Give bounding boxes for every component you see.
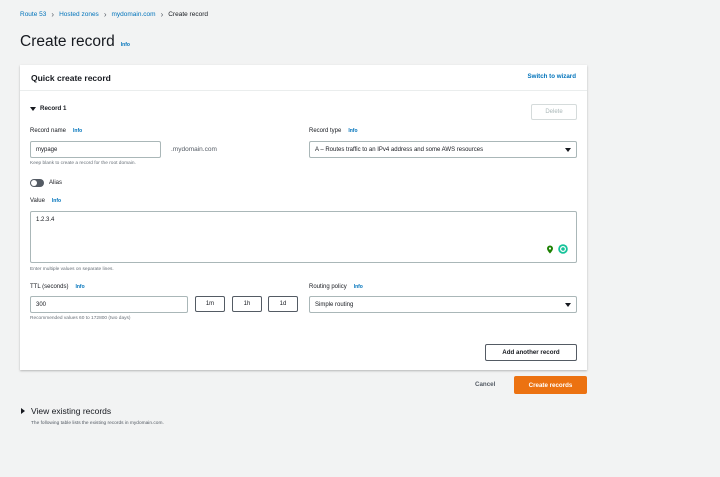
ttl-info-link[interactable]: Info (75, 284, 84, 290)
value-label-row: Value Info (30, 198, 61, 204)
value-textarea[interactable]: 1.2.3.4 (30, 211, 577, 263)
view-existing-records-toggle[interactable]: View existing records (21, 406, 111, 416)
routing-policy-label-row: Routing policy Info (309, 284, 363, 290)
alias-label: Alias (49, 180, 63, 186)
ttl-1d-button[interactable]: 1d (268, 296, 298, 312)
textarea-icons (546, 244, 568, 256)
domain-suffix: .mydomain.com (171, 146, 217, 153)
ttl-label: TTL (seconds) (30, 284, 69, 290)
cancel-button[interactable]: Cancel (475, 381, 495, 388)
routing-policy-label: Routing policy (309, 284, 347, 290)
record-1-toggle[interactable]: Record 1 (30, 105, 66, 112)
breadcrumb-separator: › (160, 9, 164, 19)
page-title-row: Create record Info (20, 33, 130, 51)
add-another-record-button[interactable]: Add another record (485, 344, 577, 361)
value-text: 1.2.3.4 (36, 217, 55, 223)
view-existing-title: View existing records (31, 406, 112, 416)
create-records-button[interactable]: Create records (514, 376, 587, 394)
breadcrumb-hosted-zones[interactable]: Hosted zones (59, 11, 99, 18)
breadcrumb-current: Create record (168, 11, 208, 18)
record-type-label-row: Record type Info (309, 128, 358, 134)
alias-toggle-row: Alias (30, 179, 62, 187)
caret-right-icon (21, 408, 25, 414)
breadcrumb-separator: › (51, 9, 55, 19)
ttl-1m-button[interactable]: 1m (195, 296, 225, 312)
view-existing-description: The following table lists the existing r… (31, 421, 164, 426)
ttl-hint: Recommended values 60 to 172800 (two day… (30, 316, 131, 321)
page-title: Create record (20, 33, 115, 50)
routing-policy-select[interactable]: Simple routing (309, 296, 577, 313)
breadcrumb-route53[interactable]: Route 53 (20, 11, 46, 18)
routing-policy-value: Simple routing (315, 301, 354, 308)
ttl-input[interactable]: 300 (30, 296, 188, 313)
alias-toggle[interactable] (30, 179, 44, 187)
record-type-select[interactable]: A – Routes traffic to an IPv4 address an… (309, 141, 577, 158)
value-label: Value (30, 198, 45, 204)
record-name-label: Record name (30, 128, 67, 134)
panel-title: Quick create record (31, 73, 111, 83)
caret-down-icon (30, 106, 36, 111)
record-heading: Record 1 (40, 105, 67, 112)
page-info-link[interactable]: Info (121, 42, 130, 48)
record-type-value: A – Routes traffic to an IPv4 address an… (315, 146, 484, 153)
record-name-input[interactable]: mypage (30, 141, 161, 158)
breadcrumb: Route 53 › Hosted zones › mydomain.com ›… (20, 9, 208, 19)
quick-create-panel: Quick create record Switch to wizard Rec… (20, 65, 587, 370)
breadcrumb-domain[interactable]: mydomain.com (111, 11, 155, 18)
delete-record-button[interactable]: Delete (531, 104, 577, 120)
routing-policy-info-link[interactable]: Info (354, 284, 363, 290)
breadcrumb-separator: › (103, 9, 107, 19)
caret-down-icon (565, 147, 571, 152)
caret-down-icon (565, 302, 571, 307)
ttl-1h-button[interactable]: 1h (232, 296, 262, 312)
grammarly-icon[interactable] (558, 244, 568, 256)
ttl-label-row: TTL (seconds) Info (30, 284, 85, 290)
record-name-info-link[interactable]: Info (73, 128, 82, 134)
record-type-label: Record type (309, 128, 342, 134)
record-type-info-link[interactable]: Info (348, 128, 357, 134)
panel-header: Quick create record Switch to wizard (20, 65, 587, 91)
record-name-label-row: Record name Info (30, 128, 82, 134)
value-info-link[interactable]: Info (52, 198, 61, 204)
value-hint: Enter multiple values on separate lines. (30, 267, 114, 272)
record-name-hint: Keep blank to create a record for the ro… (30, 161, 136, 166)
location-pin-icon (546, 245, 554, 256)
switch-to-wizard-link[interactable]: Switch to wizard (528, 73, 576, 80)
